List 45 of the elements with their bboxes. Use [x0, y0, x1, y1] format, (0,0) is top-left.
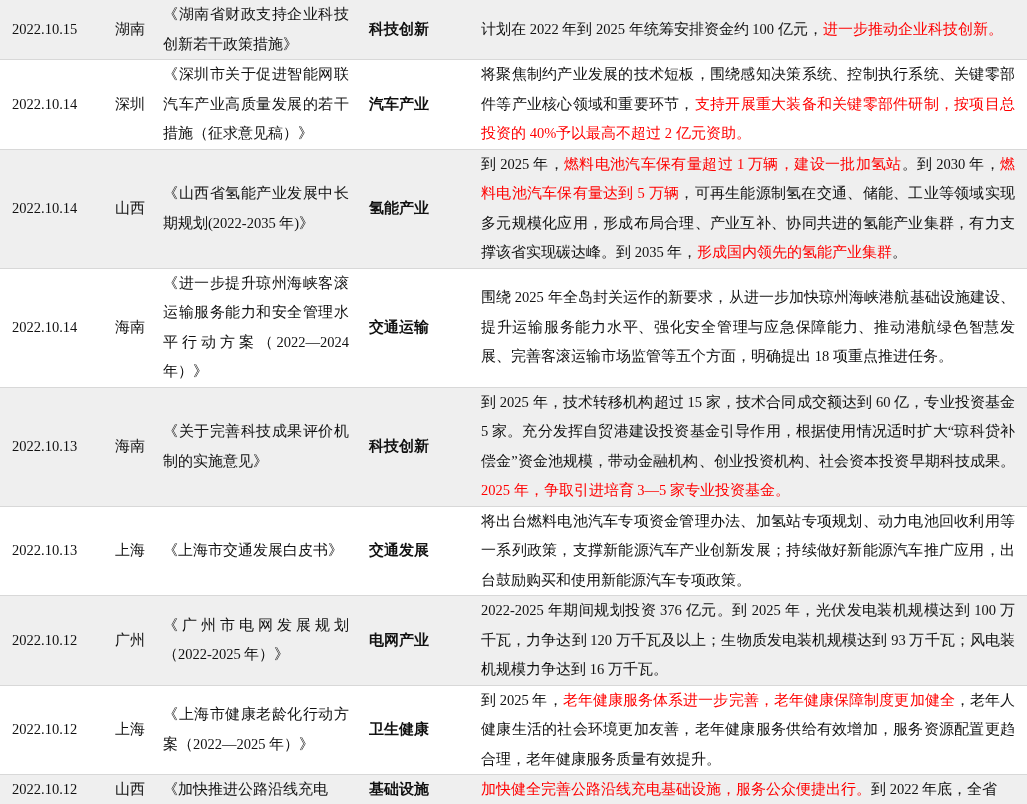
- policy-title-cell-text: 《广州市电网发展规划（2022-2025 年）》: [162, 615, 350, 665]
- date-cell-text: 2022.10.15: [11, 19, 78, 39]
- policy-title-cell-text: 《上海市交通发展白皮书》: [162, 541, 344, 560]
- region-cell-text: 山西: [115, 198, 145, 218]
- region-cell-text: 山西: [115, 780, 145, 799]
- date-cell-text: 2022.10.14: [11, 317, 78, 337]
- date-cell-text: 2022.10.14: [11, 198, 78, 218]
- content-cell-text: 到 2025 年，老年健康服务体系进一步完善，老年健康保障制度更加健全，老年人健康生活的社会环境更加友善，老年健康服务供给有效增加，服务资源配置更趋合理，老年健康服务质量有效提升。: [480, 690, 1016, 769]
- category-cell-text: 交通发展: [368, 541, 429, 560]
- region-cell-text: 上海: [115, 541, 145, 560]
- date-cell-text: 2022.10.13: [11, 541, 78, 560]
- date-cell-text: 2022.10.12: [11, 780, 78, 799]
- category-cell-text: 基础设施: [368, 780, 429, 799]
- region-cell-text: 深圳: [115, 94, 145, 114]
- category-cell-text: 氢能产业: [368, 198, 429, 218]
- content-cell-text: 到 2025 年，技术转移机构超过 15 家，技术合同成交额达到 60 亿，专业投资基金 5 家。充分发挥自贸港建设投资基金引导作用，根据使用情况适时扩大“琼科贷补偿金”资金池规模，带动金融机构、创业投资机构、社会资本投资早期科技成果。 2025 年，争取引进培育 3—5 家专业投资基金。: [480, 392, 1016, 500]
- category-cell-text: 交通运输: [368, 317, 429, 337]
- content-cell-text: 2022-2025 年期间规划投资 376 亿元。到 2025 年，光伏发电装机规模达到 100 万千瓦，力争达到 120 万千瓦及以上；生物质发电装机规模达到 93 万千瓦；风电装机规模力争达到 16 万千瓦。: [480, 601, 1016, 679]
- policy-title-cell-text: 《湖南省财政支持企业科技创新若干政策措施》: [162, 5, 350, 54]
- content-cell-text: 围绕 2025 年全岛封关运作的新要求，从进一步加快琼州海峡港航基础设施建设、提升运输服务能力水平、强化安全管理与应急保障能力、推动港航绿色智慧发展、完善客滚运输市场监管等五个方面，明确提出 18 项重点推进任务。: [480, 288, 1016, 367]
- content-cell-text: 加快健全完善公路沿线充电基础设施，服务公众便捷出行。到 2022 年底，全省: [480, 780, 999, 799]
- content-cell-text: 到 2025 年，燃料电池汽车保有量超过 1 万辆，建设一批加氢站。到 2030 年，燃料电池汽车保有量达到 5 万辆，可再生能源制氢在交通、储能、工业等领域实现多元规模化应用，形成布局合理、产业互补、协同共进的氢能产业集群，有力支撑该省实现碳达峰。到 2035 年，形成国内领先的氢能产业集群。: [480, 154, 1016, 262]
- policy-title-cell-text: 《加快推进公路沿线充电: [162, 780, 329, 799]
- region-cell-text: 上海: [115, 720, 145, 739]
- content-cell-text: 将出台燃料电池汽车专项资金管理办法、加氢站专项规划、动力电池回收利用等一系列政策，支撑新能源汽车产业创新发展；持续做好新能源汽车推广应用，出台鼓励购买和使用新能源汽车专项政策。: [480, 511, 1016, 590]
- date-cell-text: 2022.10.14: [11, 94, 78, 114]
- policy-title-cell-text: 《关于完善科技成果评价机制的实施意见》: [162, 422, 350, 471]
- policy-title-cell-text: 《山西省氢能产业发展中长期规划(2022-2035 年)》: [162, 184, 350, 233]
- date-cell-text: 2022.10.12: [11, 720, 78, 739]
- policy-title-cell-text: 《上海市健康老龄化行动方案（2022—2025 年）》: [162, 705, 350, 754]
- content-cell-text: 将聚焦制约产业发展的技术短板，围绕感知决策系统、控制执行系统、关键零部件等产业核心领域和重要环节，支持开展重大装备和关键零部件研制，按项目总投资的 40%予以最高不超过 2 亿元资助。: [480, 65, 1016, 143]
- region-cell-text: 湖南: [115, 19, 145, 39]
- date-cell-text: 2022.10.13: [11, 436, 78, 456]
- category-cell-text: 汽车产业: [368, 94, 429, 114]
- region-cell-text: 海南: [115, 317, 145, 337]
- policy-title-cell-text: 《深圳市关于促进智能网联汽车产业高质量发展的若干措施（征求意见稿）》: [162, 65, 350, 143]
- category-cell-text: 卫生健康: [368, 720, 429, 739]
- category-cell-text: 科技创新: [367, 19, 429, 39]
- content-cell-text: 计划在 2022 年到 2025 年统筹安排资金约 100 亿元，进一步推动企业科技创新。: [480, 19, 1004, 39]
- date-cell-text: 2022.10.12: [11, 630, 78, 650]
- category-cell-text: 科技创新: [367, 436, 429, 456]
- category-cell-text: 电网产业: [368, 630, 429, 650]
- policy-title-cell-text: 《进一步提升琼州海峡客滚运输服务能力和安全管理水平行动方案（2022—2024 年）》: [162, 273, 350, 381]
- region-cell-text: 海南: [115, 436, 145, 456]
- region-cell-text: 广州: [115, 630, 145, 650]
